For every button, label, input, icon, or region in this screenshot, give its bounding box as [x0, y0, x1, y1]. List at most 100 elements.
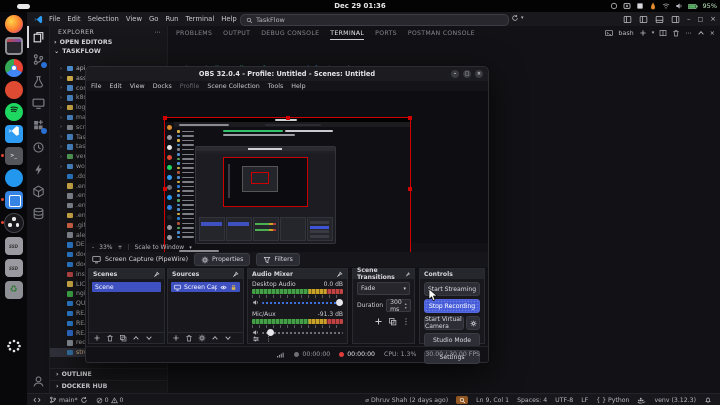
dock-spotify[interactable]	[4, 103, 23, 121]
maximize-panel-icon[interactable]	[697, 29, 705, 37]
obs-title-bar[interactable]: OBS 32.0.4 - Profile: Untitled - Scenes:…	[86, 67, 488, 81]
dock-obs[interactable]	[0, 213, 24, 233]
remove-source-icon[interactable]	[185, 334, 193, 342]
maximize-icon[interactable]: □	[697, 16, 703, 23]
status-[interactable]: { } Python	[596, 397, 629, 404]
move-source-up-icon[interactable]	[211, 334, 219, 342]
pin-icon[interactable]	[232, 271, 239, 278]
panel-tab-output[interactable]: OUTPUT	[223, 30, 250, 40]
obs-menu-tools[interactable]: Tools	[268, 83, 284, 90]
speaker-icon[interactable]	[252, 299, 259, 306]
zoom-in-button[interactable]: +	[118, 244, 123, 251]
more-actions-icon[interactable]: ⋯	[685, 29, 691, 37]
obs-maximize-icon[interactable]: □	[463, 70, 471, 78]
sync-button[interactable]: ▾	[511, 14, 524, 22]
obs-close-icon[interactable]: ×	[475, 70, 483, 78]
wifi-icon[interactable]	[662, 2, 670, 10]
dock-trash[interactable]: ♻	[4, 281, 23, 299]
dock-show-apps[interactable]	[5, 339, 23, 357]
mixer-menu-icon[interactable]: ⋮	[265, 335, 272, 343]
section-docker-hub[interactable]: › DOCKER HUB	[50, 380, 167, 392]
root-folder-taskflow[interactable]: ⌄ TASKFLOW	[50, 47, 167, 56]
selection-handle[interactable]	[163, 187, 167, 191]
activity-history[interactable]	[27, 136, 49, 158]
layout-right-icon[interactable]	[671, 15, 680, 24]
pin-icon[interactable]	[153, 271, 160, 278]
layout-panel-icon[interactable]	[623, 15, 632, 24]
close-panel-icon[interactable]: ×	[710, 29, 715, 37]
activity-thunder-client[interactable]	[27, 158, 49, 180]
transition-menu-icon[interactable]: ⋮	[402, 317, 410, 326]
dock-files-app[interactable]	[4, 37, 23, 55]
shell-label[interactable]: bash	[618, 29, 633, 37]
transition-select[interactable]: Fade ▾	[357, 282, 410, 295]
split-terminal-icon[interactable]	[659, 29, 667, 37]
pin-icon[interactable]	[336, 271, 343, 278]
obs-menu-help[interactable]: Help	[291, 83, 305, 90]
duration-spinbox[interactable]: 300 ms ▴ ▾	[386, 299, 411, 313]
volume-icon[interactable]	[675, 2, 683, 10]
spin-down-icon[interactable]: ▾	[405, 305, 407, 310]
menu-help[interactable]: Help	[221, 15, 237, 23]
remote-indicator[interactable]	[33, 396, 41, 404]
activity-testing[interactable]	[27, 70, 49, 92]
virtual-camera-config-icon[interactable]	[466, 316, 480, 330]
add-transition-icon[interactable]	[374, 317, 383, 326]
python-venv[interactable]: venv (3.12.3)	[654, 397, 696, 404]
lock-icon[interactable]	[230, 284, 237, 291]
panel-tab-postman-console[interactable]: POSTMAN CONSOLE	[408, 30, 475, 40]
obs-menu-profile[interactable]: Profile	[180, 83, 200, 90]
status-utf8[interactable]: UTF-8	[555, 397, 573, 404]
zoom-out-button[interactable]: -	[92, 244, 94, 251]
dock-screen-recorder[interactable]	[0, 191, 23, 209]
menu-view[interactable]: View	[126, 15, 142, 23]
recorder-tray-icon[interactable]	[636, 2, 644, 10]
scale-to-window[interactable]: Scale to Window	[135, 244, 185, 251]
move-scene-down-icon[interactable]	[145, 334, 153, 342]
filters-button[interactable]: Filters	[256, 253, 300, 266]
terminal-dropdown-icon[interactable]: ▾	[652, 30, 655, 36]
status-lf[interactable]: LF	[581, 397, 588, 404]
explorer-more-icon[interactable]: ⋯	[154, 29, 161, 36]
activity-source-control[interactable]	[27, 48, 49, 70]
activity-explorer[interactable]	[27, 26, 49, 48]
selection-handle[interactable]	[285, 116, 290, 120]
kill-terminal-icon[interactable]	[672, 29, 680, 37]
obs-preview-canvas[interactable]	[86, 91, 488, 262]
scene-filters-icon[interactable]	[119, 334, 127, 342]
pin-icon[interactable]	[405, 271, 411, 278]
advanced-audio-icon[interactable]	[252, 335, 260, 343]
menu-run[interactable]: Run	[165, 15, 178, 23]
docker-status-icon[interactable]	[637, 396, 646, 405]
close-icon[interactable]: ×	[710, 15, 716, 23]
layout-sidebar-icon[interactable]	[639, 15, 648, 24]
menu-selection[interactable]: Selection	[88, 15, 119, 23]
obs-menu-file[interactable]: File	[91, 83, 102, 90]
status-ln[interactable]: Ln 9, Col 1	[476, 397, 509, 404]
add-scene-icon[interactable]	[93, 334, 101, 342]
scene-item[interactable]: Scene	[92, 282, 161, 292]
obs-minimize-icon[interactable]: –	[451, 70, 459, 78]
panel-tab-problems[interactable]: PROBLEMS	[176, 30, 212, 40]
panel-tab-debug-console[interactable]: DEBUG CONSOLE	[261, 30, 319, 40]
move-scene-up-icon[interactable]	[132, 334, 140, 342]
panel-tab-terminal[interactable]: TERMINAL	[330, 30, 365, 40]
dock-brave[interactable]	[4, 81, 23, 99]
activity-database[interactable]	[27, 202, 49, 224]
layout-bottom-icon[interactable]	[655, 15, 664, 24]
dock-vscode[interactable]	[4, 125, 23, 143]
new-terminal-icon[interactable]	[639, 29, 647, 37]
menu-terminal[interactable]: Terminal	[186, 15, 215, 23]
branch-status[interactable]: main*	[49, 396, 88, 404]
dock-terminal[interactable]: >_	[0, 147, 23, 165]
activity-remote-explorer[interactable]	[27, 92, 49, 114]
slider-handle[interactable]	[336, 299, 343, 306]
activity-account[interactable]	[27, 370, 49, 392]
dock-drive-ssd-1[interactable]: SSD	[4, 237, 23, 255]
button-start-virtual-camera[interactable]: Start Virtual Camera	[424, 316, 464, 330]
dock-drive-ssd-2[interactable]: SSD	[4, 259, 23, 277]
menu-edit[interactable]: Edit	[67, 15, 80, 23]
selection-handle[interactable]	[408, 187, 412, 191]
selection-handle[interactable]	[408, 116, 412, 120]
button-studio-mode[interactable]: Studio Mode	[424, 333, 480, 347]
